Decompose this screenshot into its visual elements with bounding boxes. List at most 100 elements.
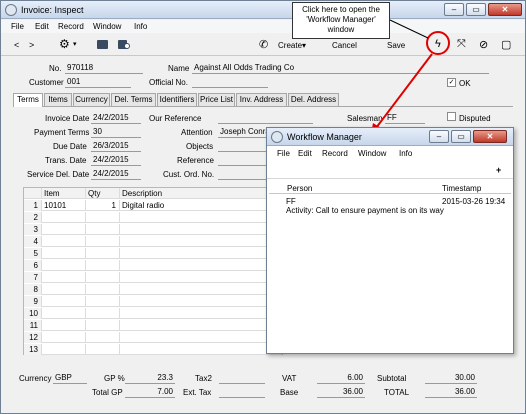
list-item[interactable]: FF Activity: Call to ensure payment is on… <box>269 196 511 218</box>
qty-cell[interactable]: 1 <box>86 200 120 211</box>
ext-tax-field[interactable] <box>219 387 265 398</box>
table-row[interactable]: 12 <box>24 332 282 343</box>
description-cell[interactable] <box>120 344 284 355</box>
item-cell[interactable] <box>42 320 86 331</box>
salesman-field[interactable]: FF <box>385 113 425 124</box>
item-cell[interactable] <box>42 236 86 247</box>
table-row[interactable]: 2 <box>24 212 282 223</box>
workflow-add-button[interactable]: + <box>496 165 501 175</box>
due-date-field[interactable]: 26/3/2015 <box>91 141 141 152</box>
open-window-icon[interactable]: ▢ <box>501 38 511 51</box>
table-row[interactable]: 4 <box>24 236 282 247</box>
payment-terms-field[interactable]: 30 <box>91 127 141 138</box>
description-cell[interactable] <box>120 248 284 259</box>
qty-cell[interactable] <box>86 320 120 331</box>
name-field[interactable]: Against All Odds Trading Co <box>192 63 489 74</box>
description-cell[interactable] <box>120 332 284 343</box>
base-field[interactable]: 36.00 <box>317 387 365 398</box>
description-cell[interactable]: Digital radio <box>120 200 284 211</box>
total-field[interactable]: 36.00 <box>425 387 477 398</box>
item-cell[interactable] <box>42 344 86 355</box>
workflow-minimize-button[interactable]: – <box>429 130 449 143</box>
tab-price-list[interactable]: Price List <box>198 93 235 106</box>
workflow-menu-file[interactable]: File <box>277 149 290 158</box>
qty-cell[interactable] <box>86 224 120 235</box>
cancel-button[interactable]: Cancel <box>332 41 357 50</box>
expand-icon[interactable]: ⤧ <box>457 38 466 51</box>
item-cell[interactable] <box>42 272 86 283</box>
tab-inv-address[interactable]: Inv. Address <box>236 93 287 106</box>
table-row[interactable]: 5 <box>24 248 282 259</box>
qty-cell[interactable] <box>86 272 120 283</box>
table-row[interactable]: 3 <box>24 224 282 235</box>
prev-record-button[interactable]: < <box>14 40 19 50</box>
tab-del-address[interactable]: Del. Address <box>288 93 339 106</box>
tab-identifiers[interactable]: Identifiers <box>157 93 197 106</box>
total-gp-field[interactable]: 7.00 <box>125 387 175 398</box>
workflow-menu-edit[interactable]: Edit <box>298 149 312 158</box>
table-row[interactable]: 11 <box>24 320 282 331</box>
gp-pct-field[interactable]: 23.3 <box>125 373 175 384</box>
description-cell[interactable] <box>120 236 284 247</box>
tab-items[interactable]: Items <box>44 93 72 106</box>
customer-field[interactable]: 001 <box>65 77 131 88</box>
item-cell[interactable] <box>42 284 86 295</box>
description-cell[interactable] <box>120 296 284 307</box>
table-row[interactable]: 1 10101 1 Digital radio <box>24 200 282 211</box>
column-header-timestamp[interactable]: Timestamp <box>442 184 481 193</box>
next-record-button[interactable]: > <box>29 40 34 50</box>
item-cell[interactable] <box>42 296 86 307</box>
qty-cell[interactable] <box>86 260 120 271</box>
print-preview-icon[interactable] <box>118 40 131 49</box>
table-row[interactable]: 9 <box>24 296 282 307</box>
maximize-button[interactable]: ▭ <box>466 3 486 16</box>
tab-del-terms[interactable]: Del. Terms <box>111 93 156 106</box>
close-button[interactable]: ✕ <box>488 3 522 16</box>
column-header-description[interactable]: Description <box>120 188 284 199</box>
create-dropdown-icon[interactable]: ▾ <box>302 41 306 50</box>
attachment-icon[interactable]: ⊘ <box>479 38 488 51</box>
workflow-menu-info[interactable]: Info <box>399 149 412 158</box>
qty-cell[interactable] <box>86 236 120 247</box>
qty-cell[interactable] <box>86 308 120 319</box>
printer-icon[interactable] <box>97 40 108 49</box>
tax2-field[interactable] <box>219 373 265 384</box>
vat-field[interactable]: 6.00 <box>317 373 365 384</box>
column-header-item[interactable]: Item <box>42 188 86 199</box>
workflow-menu-window[interactable]: Window <box>358 149 386 158</box>
save-button[interactable]: Save <box>387 41 405 50</box>
qty-cell[interactable] <box>86 212 120 223</box>
table-row[interactable]: 13 <box>24 344 282 355</box>
description-cell[interactable] <box>120 320 284 331</box>
menu-info[interactable]: Info <box>134 22 147 31</box>
phone-icon[interactable]: ✆ <box>259 38 268 51</box>
invoice-date-field[interactable]: 24/2/2015 <box>91 113 141 124</box>
qty-cell[interactable] <box>86 332 120 343</box>
menu-window[interactable]: Window <box>93 22 121 31</box>
gear-icon[interactable]: ⚙ <box>59 37 70 51</box>
trans-date-field[interactable]: 24/2/2015 <box>91 155 141 166</box>
qty-cell[interactable] <box>86 344 120 355</box>
description-cell[interactable] <box>120 272 284 283</box>
service-del-date-field[interactable]: 24/2/2015 <box>91 169 141 180</box>
item-cell[interactable] <box>42 212 86 223</box>
qty-cell[interactable] <box>86 284 120 295</box>
item-cell[interactable] <box>42 260 86 271</box>
currency-field[interactable]: GBP <box>53 373 87 384</box>
workflow-close-button[interactable]: ✕ <box>473 130 507 143</box>
create-button[interactable]: Create <box>278 41 302 50</box>
workflow-menu-record[interactable]: Record <box>322 149 348 158</box>
item-cell[interactable]: 10101 <box>42 200 86 211</box>
minimize-button[interactable]: – <box>444 3 464 16</box>
ok-checkbox[interactable]: ✓ <box>447 78 456 87</box>
official-no-field[interactable] <box>192 77 268 88</box>
table-row[interactable]: 8 <box>24 284 282 295</box>
no-field[interactable]: 970118 <box>65 63 143 74</box>
description-cell[interactable] <box>120 284 284 295</box>
qty-cell[interactable] <box>86 296 120 307</box>
description-cell[interactable] <box>120 224 284 235</box>
description-cell[interactable] <box>120 260 284 271</box>
disputed-checkbox[interactable] <box>447 112 456 121</box>
item-cell[interactable] <box>42 308 86 319</box>
column-header-qty[interactable]: Qty <box>86 188 120 199</box>
